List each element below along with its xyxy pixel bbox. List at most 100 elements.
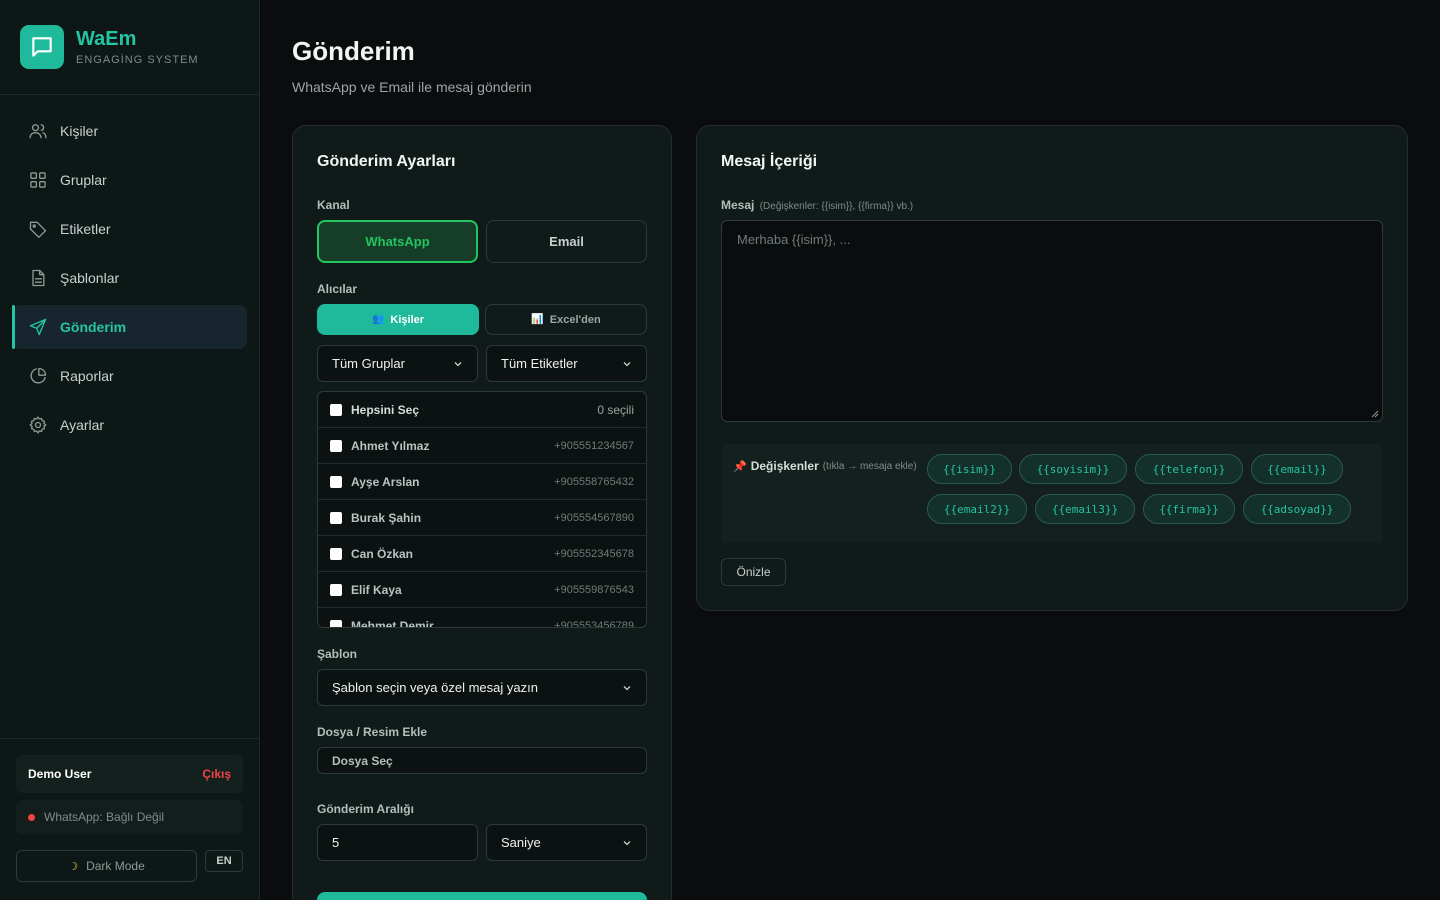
contact-phone: +905559876543 bbox=[554, 583, 634, 596]
contact-phone: +905551234567 bbox=[554, 439, 634, 452]
contact-checkbox[interactable] bbox=[330, 511, 342, 524]
sidebar-item-gruplar[interactable]: Gruplar bbox=[12, 158, 247, 202]
brand-name: WaEm bbox=[76, 28, 137, 50]
contact-row[interactable]: Ahmet Yılmaz +905551234567 bbox=[318, 428, 646, 464]
contact-name: Burak Şahin bbox=[351, 510, 422, 525]
sidebar-item-raporlar[interactable]: Raporlar bbox=[12, 354, 247, 398]
tab-label: Kişiler bbox=[390, 313, 425, 326]
template-select[interactable]: Şablon seçin veya özel mesaj yazın bbox=[317, 669, 647, 706]
message-textarea[interactable]: Merhaba {{isim}}, ... bbox=[721, 220, 1383, 422]
interval-label: Gönderim Aralığı bbox=[317, 802, 414, 816]
sidebar-item-label: Kişiler bbox=[60, 123, 99, 139]
variable-chip[interactable]: {{isim}} bbox=[927, 454, 1012, 484]
tag-icon bbox=[29, 221, 47, 238]
contact-checkbox[interactable] bbox=[330, 439, 342, 452]
variables-hint: (tıkla → mesaja ekle) bbox=[822, 460, 917, 472]
variable-chip[interactable]: {{telefon}} bbox=[1135, 454, 1243, 484]
contact-row[interactable]: Ayşe Arslan +905558765432 bbox=[318, 464, 646, 500]
send-settings-card: Gönderim Ayarları Kanal WhatsApp Email A… bbox=[292, 125, 672, 900]
dark-mode-label: Dark Mode bbox=[86, 859, 145, 873]
brand: WaEm ENGAGİNG SYSTEM bbox=[0, 0, 259, 95]
contact-checkbox[interactable] bbox=[330, 583, 342, 596]
bar-chart-emoji-icon: 📊 bbox=[531, 314, 544, 325]
page-subtitle: WhatsApp ve Email ile mesaj gönderin bbox=[292, 79, 532, 95]
contact-name: Elif Kaya bbox=[351, 582, 402, 597]
sidebar-item-label: Gruplar bbox=[60, 172, 107, 188]
contact-row[interactable]: Mehmet Demir +905553456789 bbox=[318, 608, 646, 628]
language-button[interactable]: EN bbox=[205, 850, 243, 872]
sidebar-footer: Demo User Çıkış WhatsApp: Bağlı Değil ☽ … bbox=[0, 738, 259, 900]
contact-phone: +905558765432 bbox=[554, 475, 634, 488]
variables-label-text: Değişkenler bbox=[750, 459, 819, 473]
send-button[interactable] bbox=[317, 892, 647, 900]
logout-link[interactable]: Çıkış bbox=[202, 767, 231, 781]
sidebar-item-sablonlar[interactable]: Şablonlar bbox=[12, 256, 247, 300]
select-value: Şablon seçin veya özel mesaj yazın bbox=[332, 680, 538, 695]
variables-panel: 📌 Değişkenler (tıkla → mesaja ekle) {{is… bbox=[721, 444, 1383, 543]
interval-input[interactable]: 5 bbox=[317, 824, 478, 861]
grid-icon bbox=[30, 172, 46, 188]
message-label: Mesaj (Değişkenler: {{isim}}, {{firma}} … bbox=[721, 198, 913, 212]
sidebar-item-kisiler[interactable]: Kişiler bbox=[12, 109, 247, 153]
sidebar: WaEm ENGAGİNG SYSTEM Kişiler Gruplar Eti… bbox=[0, 0, 260, 900]
pin-icon: 📌 bbox=[733, 460, 747, 473]
channel-whatsapp-button[interactable]: WhatsApp bbox=[317, 220, 478, 263]
select-value: Tüm Etiketler bbox=[501, 356, 578, 371]
groups-select[interactable]: Tüm Gruplar bbox=[317, 345, 478, 382]
file-select-button[interactable]: Dosya Seç bbox=[317, 747, 647, 774]
sidebar-item-gonderim[interactable]: Gönderim bbox=[12, 305, 247, 349]
tags-select[interactable]: Tüm Etiketler bbox=[486, 345, 647, 382]
variable-chip[interactable]: {{firma}} bbox=[1143, 494, 1235, 524]
contact-name: Mehmet Demir bbox=[351, 618, 434, 628]
chevron-down-icon bbox=[623, 361, 631, 366]
contacts-list[interactable]: Hepsini Seç 0 seçili Ahmet Yılmaz +90555… bbox=[317, 391, 647, 628]
select-value: Saniye bbox=[501, 835, 541, 850]
contact-checkbox[interactable] bbox=[330, 547, 342, 560]
variable-chip[interactable]: {{adsoyad}} bbox=[1243, 494, 1351, 524]
gear-icon bbox=[29, 416, 47, 434]
page-title: Gönderim bbox=[292, 36, 415, 66]
select-all-checkbox[interactable] bbox=[330, 403, 342, 416]
sidebar-item-etiketler[interactable]: Etiketler bbox=[12, 207, 247, 251]
contact-checkbox[interactable] bbox=[330, 619, 342, 627]
card-title: Gönderim Ayarları bbox=[317, 153, 456, 170]
user-name: Demo User bbox=[28, 767, 92, 781]
contact-name: Ahmet Yılmaz bbox=[351, 438, 430, 453]
interval-unit-select[interactable]: Saniye bbox=[486, 824, 647, 861]
dark-mode-button[interactable]: ☽ Dark Mode bbox=[16, 850, 197, 882]
contact-checkbox[interactable] bbox=[330, 475, 342, 488]
sidebar-item-label: Ayarlar bbox=[60, 417, 105, 433]
contact-row[interactable]: Can Özkan +905552345678 bbox=[318, 536, 646, 572]
sidebar-item-label: Etiketler bbox=[60, 221, 111, 237]
contact-row[interactable]: Elif Kaya +905559876543 bbox=[318, 572, 646, 608]
users-emoji-icon: 👥 bbox=[371, 314, 385, 325]
resize-handle-icon[interactable] bbox=[1371, 410, 1379, 418]
contact-name: Can Özkan bbox=[351, 546, 414, 561]
brand-subtitle: ENGAGİNG SYSTEM bbox=[76, 54, 199, 66]
template-label: Şablon bbox=[317, 647, 358, 661]
sidebar-item-label: Gönderim bbox=[60, 319, 127, 335]
status-dot-icon bbox=[28, 813, 35, 821]
channel-email-button[interactable]: Email bbox=[486, 220, 647, 263]
preview-button[interactable]: Önizle bbox=[721, 558, 786, 586]
channel-label: Kanal bbox=[317, 198, 350, 212]
message-hint: (Değişkenler: {{isim}}, {{firma}} vb.) bbox=[759, 201, 914, 212]
recipients-contacts-tab[interactable]: 👥 Kişiler bbox=[317, 304, 479, 335]
contact-phone: +905552345678 bbox=[554, 547, 634, 560]
sidebar-item-label: Şablonlar bbox=[60, 270, 120, 286]
message-placeholder: Merhaba {{isim}}, ... bbox=[737, 232, 851, 247]
recipients-excel-tab[interactable]: 📊 Excel'den bbox=[485, 304, 647, 335]
contact-row[interactable]: Burak Şahin +905554567890 bbox=[318, 500, 646, 536]
variables-label: 📌 Değişkenler (tıkla → mesaja ekle) bbox=[733, 459, 917, 473]
sidebar-item-ayarlar[interactable]: Ayarlar bbox=[12, 403, 247, 447]
chevron-down-icon bbox=[623, 840, 631, 845]
sidebar-item-label: Raporlar bbox=[60, 368, 114, 384]
variable-chip[interactable]: {{email2}} bbox=[927, 494, 1027, 524]
variable-chip[interactable]: {{soyisim}} bbox=[1019, 454, 1127, 484]
selected-count: 0 seçili bbox=[597, 402, 634, 417]
variable-chip[interactable]: {{email}} bbox=[1251, 454, 1343, 484]
variable-chip[interactable]: {{email3}} bbox=[1035, 494, 1135, 524]
document-icon bbox=[32, 269, 45, 287]
users-icon bbox=[29, 124, 47, 139]
select-all-row[interactable]: Hepsini Seç 0 seçili bbox=[318, 392, 646, 428]
